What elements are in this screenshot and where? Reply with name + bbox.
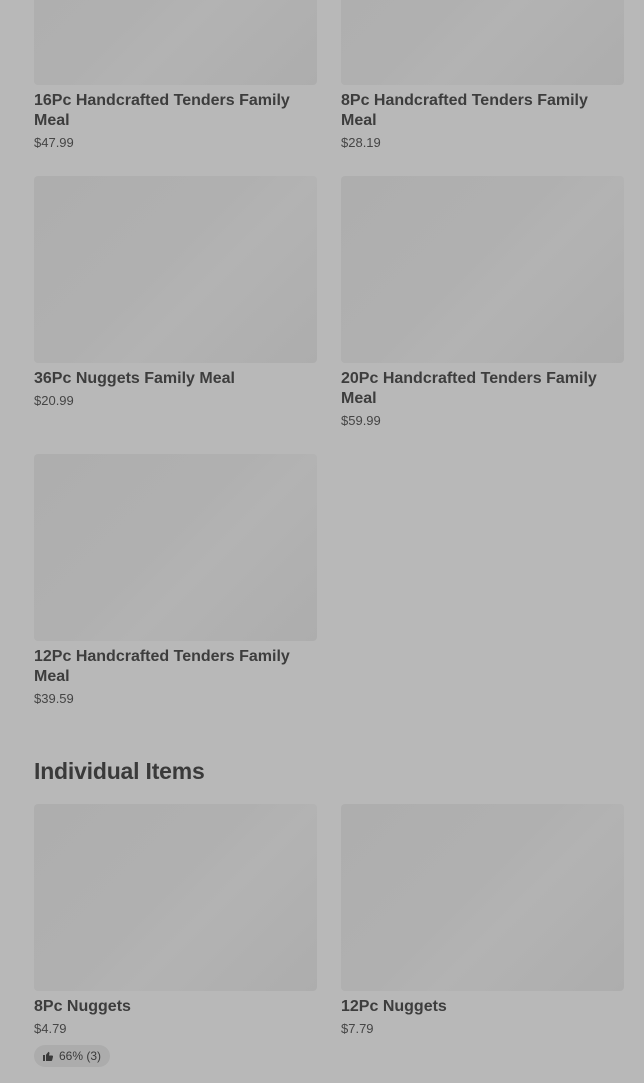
item-price: $4.79 xyxy=(34,1021,67,1036)
item-name: 12Pc Nuggets xyxy=(341,998,447,1015)
item-price: $28.19 xyxy=(341,135,381,150)
item-price: $39.59 xyxy=(34,691,74,706)
item-name: 20Pc Handcrafted Tenders Family Meal xyxy=(341,370,597,407)
item-image[interactable] xyxy=(34,804,317,991)
thumbs-up-icon xyxy=(42,1050,54,1062)
item-price: $20.99 xyxy=(34,393,74,408)
menu-item-card[interactable]: 8Pc Handcrafted Tenders Family Meal $28.… xyxy=(341,0,624,151)
item-image[interactable] xyxy=(34,0,317,85)
menu-item-card[interactable]: 36Pc Nuggets Family Meal $20.99 xyxy=(34,176,317,409)
item-image[interactable] xyxy=(341,176,624,363)
menu-item-card[interactable]: 8Pc Nuggets $4.79 66% (3) xyxy=(34,804,317,1067)
item-image[interactable] xyxy=(34,454,317,641)
menu-item-card[interactable]: 20Pc Handcrafted Tenders Family Meal $59… xyxy=(341,176,624,429)
item-image[interactable] xyxy=(341,804,624,991)
rating-text: 66% (3) xyxy=(59,1049,102,1063)
item-name: 36Pc Nuggets Family Meal xyxy=(34,370,235,387)
menu-item-card[interactable]: 12Pc Handcrafted Tenders Family Meal $39… xyxy=(34,454,317,707)
item-name: 8Pc Nuggets xyxy=(34,998,131,1015)
item-image[interactable] xyxy=(341,0,624,85)
rating-badge: 66% (3) xyxy=(34,1045,111,1067)
item-name: 16Pc Handcrafted Tenders Family Meal xyxy=(34,92,290,129)
item-price: $7.79 xyxy=(341,1021,374,1036)
item-image[interactable] xyxy=(34,176,317,363)
item-price: $47.99 xyxy=(34,135,74,150)
section-title: Individual Items xyxy=(34,758,205,784)
menu-item-card[interactable]: 12Pc Nuggets $7.79 xyxy=(341,804,624,1037)
menu-item-card[interactable]: 16Pc Handcrafted Tenders Family Meal $47… xyxy=(34,0,317,151)
item-name: 8Pc Handcrafted Tenders Family Meal xyxy=(341,92,588,129)
item-name: 12Pc Handcrafted Tenders Family Meal xyxy=(34,648,290,685)
item-price: $59.99 xyxy=(341,413,381,428)
